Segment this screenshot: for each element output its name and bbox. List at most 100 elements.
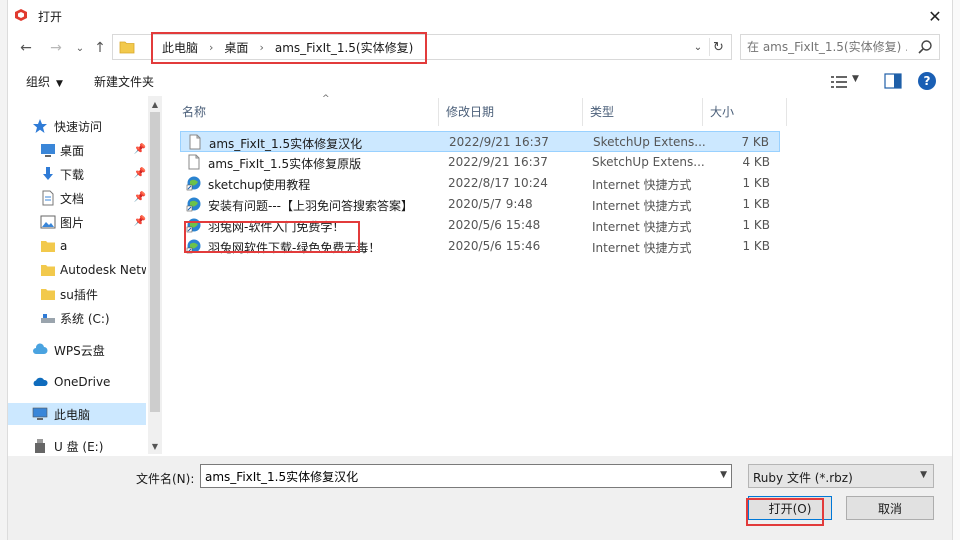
file-row[interactable]: ams_FixIt_1.5实体修复原版 2022/9/21 16:37 Sket… [180,152,780,173]
column-header-type[interactable]: 类型 [590,96,702,126]
sidebar-item-onedrive[interactable]: OneDrive [8,371,146,393]
cancel-button[interactable]: 取消 [846,496,934,520]
command-toolbar: 组织 ▼ 新建文件夹 ▼ ? [8,66,952,96]
column-header-modified[interactable]: 修改日期 [446,96,582,126]
column-divider[interactable] [702,98,703,126]
sidebar-item-su-plugins[interactable]: su插件 [8,283,146,305]
up-button[interactable]: ↑ [90,38,110,58]
file-type: SketchUp Extens... [593,135,705,149]
filename-combobox[interactable]: ▼ [200,464,732,488]
help-icon: ? [923,74,931,88]
usb-drive-icon [35,439,45,453]
wps-cloud-icon [33,343,48,354]
file-date: 2022/8/17 10:24 [448,176,548,190]
file-name: ams_FixIt_1.5实体修复原版 [208,157,362,171]
sidebar-item-label: Autodesk Netw [60,263,146,277]
search-input[interactable] [747,38,907,56]
pin-icon[interactable]: 📌 [134,216,146,227]
column-label: 修改日期 [446,104,495,119]
refresh-button[interactable]: ↻ [709,38,727,56]
forward-button[interactable]: → [46,38,66,58]
view-options-caret-icon[interactable]: ▼ [852,74,859,84]
arrow-right-icon: → [50,40,62,56]
sidebar-item-downloads[interactable]: 下载 📌 [8,163,146,185]
chevron-down-icon: ▼ [920,470,927,480]
sidebar-item-documents[interactable]: 文档 📌 [8,187,146,209]
file-row[interactable]: 安装有问题---【上羽免问答搜索答案】 2020/5/7 9:48 Intern… [180,194,780,215]
sidebar-item-label: OneDrive [54,375,111,389]
file-row[interactable]: 羽兔网软件下载-绿色免费无毒！ 2020/5/6 15:46 Internet … [180,236,780,257]
folder-icon [119,41,135,54]
sidebar-item-usb-e[interactable]: U 盘 (E:) [8,435,146,457]
file-row[interactable]: 羽兔网-软件入门免费学！ 2020/5/6 15:48 Internet 快捷方… [180,215,780,236]
computer-icon [32,407,48,420]
column-divider[interactable] [786,98,787,126]
column-header-name[interactable]: 名称 ^ [182,94,438,126]
scroll-up-icon[interactable]: ▲ [148,98,162,110]
sidebar-item-this-pc[interactable]: 此电脑 [8,403,146,425]
column-divider[interactable] [438,98,439,126]
sidebar-item-folder-a[interactable]: a [8,235,146,257]
sidebar-item-label: 图片 [60,215,85,230]
back-button[interactable]: ← [16,38,36,58]
refresh-icon: ↻ [713,39,724,55]
sidebar-item-autodesk[interactable]: Autodesk Netw [8,259,146,281]
sort-ascending-icon: ^ [322,94,330,104]
scrollbar-thumb[interactable] [150,112,160,412]
file-name: 安装有问题---【上羽免问答搜索答案】 [208,199,413,213]
recent-locations-button[interactable]: ⌄ [70,38,90,58]
dialog-footer: 文件名(N): ▼ Ruby 文件 (*.rbz) ▼ 打开(O) 取消 [8,456,952,540]
crumb-this-pc[interactable]: 此电脑 [159,39,201,56]
crumb-current-folder[interactable]: ams_FixIt_1.5(实体修复) [272,39,416,56]
background-app-edge-right [952,0,960,540]
caret-down-icon: ▼ [56,79,63,89]
organize-menu-button[interactable]: 组织 ▼ [26,73,63,90]
column-header-size[interactable]: 大小 [710,96,780,126]
filename-field[interactable] [205,468,695,484]
file-row[interactable]: sketchup使用教程 2022/8/17 10:24 Internet 快捷… [180,173,780,194]
view-options-icon[interactable] [830,74,848,90]
sidebar-item-pictures[interactable]: 图片 📌 [8,211,146,233]
help-button[interactable]: ? [918,72,936,90]
pin-icon[interactable]: 📌 [134,144,146,155]
sidebar-item-label: 下载 [60,167,85,182]
sidebar-item-quick-access[interactable]: 快速访问 [8,115,146,137]
file-icon [188,154,200,170]
folder-icon [41,289,55,300]
crumb-separator-icon[interactable]: › [201,41,221,54]
search-box[interactable] [740,34,940,60]
sidebar-item-desktop[interactable]: 桌面 📌 [8,139,146,161]
column-divider[interactable] [582,98,583,126]
address-history-dropdown[interactable]: ⌄ [691,39,705,55]
sidebar-item-drive-c[interactable]: 系统 (C:) [8,307,146,329]
download-icon [43,167,53,180]
new-folder-button[interactable]: 新建文件夹 [94,73,154,90]
column-label: 名称 [182,104,207,119]
scroll-down-icon[interactable]: ▼ [148,440,162,452]
crumb-desktop[interactable]: 桌面 [221,39,251,56]
title-bar: 打开 ✕ [8,0,952,32]
pin-icon[interactable]: 📌 [134,168,146,179]
filetype-select[interactable]: Ruby 文件 (*.rbz) ▼ [748,464,934,488]
crumb-separator-icon[interactable]: › [251,41,271,54]
sidebar-item-wps-cloud[interactable]: WPS云盘 [8,339,146,361]
sidebar-item-label: U 盘 (E:) [54,439,104,454]
file-name: 羽兔网-软件入门免费学！ [208,220,345,234]
filename-label: 文件名(N): [136,472,195,486]
pin-icon[interactable]: 📌 [134,192,146,203]
open-button[interactable]: 打开(O) [748,496,832,520]
close-icon: ✕ [928,6,942,26]
preview-pane-icon[interactable] [884,73,902,89]
close-button[interactable]: ✕ [918,0,952,32]
sketchup-app-icon [15,9,27,21]
organize-label: 组织 [26,75,51,89]
file-type: SketchUp Extens... [592,155,704,169]
file-date: 2020/5/6 15:46 [448,239,541,253]
chevron-down-icon: ⌄ [693,41,703,53]
open-button-label: 打开(O) [768,501,812,516]
sidebar-scrollbar[interactable]: ▲ ▼ [148,96,162,454]
chevron-down-icon[interactable]: ▼ [720,470,727,480]
file-row[interactable]: ams_FixIt_1.5实体修复汉化 2022/9/21 16:37 Sket… [180,131,780,152]
filetype-value: Ruby 文件 (*.rbz) [753,471,853,485]
address-bar[interactable]: 此电脑 › 桌面 › ams_FixIt_1.5(实体修复) ⌄ ↻ [112,32,732,64]
